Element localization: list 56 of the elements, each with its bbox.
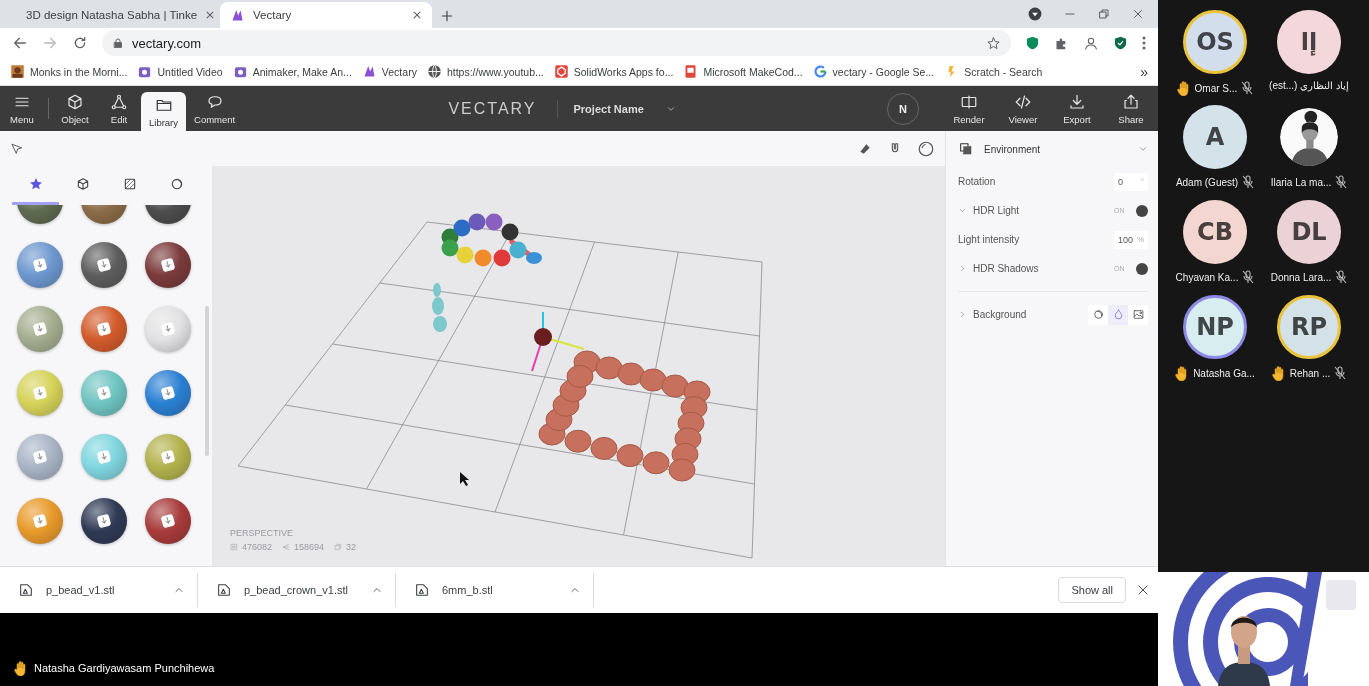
avatar: A	[1183, 105, 1247, 169]
participant-name: Ilaria La ma...	[1270, 176, 1332, 188]
vectary-logo: VECTARY	[448, 99, 558, 118]
bookmark-link[interactable]: Scratch - Search	[944, 64, 1043, 79]
bookmark-link[interactable]: Animaker, Make An...	[232, 64, 352, 79]
browser-tab[interactable]: 3D design Natasha Sabha | Tinke	[8, 2, 220, 28]
stat-value: 158694	[294, 542, 325, 552]
toolbar-tab[interactable]: Menu	[0, 86, 44, 131]
show-all-button[interactable]: Show all	[1058, 577, 1126, 603]
bookmark-link[interactable]: Microsoft MakeCod...	[683, 64, 803, 79]
presenter-name: Natasha Gardiyawasam Punchihewa	[34, 662, 215, 674]
property-label: Background	[973, 309, 1028, 320]
toolbar-tab[interactable]: Comment	[186, 86, 244, 131]
toolbar-button[interactable]: Share	[1104, 92, 1158, 125]
number-field[interactable]: 100 %	[1114, 230, 1148, 249]
address-bar[interactable]: vectary.com	[102, 30, 1011, 56]
participant-name: إياد النظاري (...est)	[1269, 80, 1349, 91]
participant-name: Omar S...	[1194, 82, 1238, 94]
toolbar-tab[interactable]: Library	[141, 92, 187, 131]
avatar: OS	[1183, 10, 1247, 74]
stat-value: 32	[346, 542, 357, 552]
property-label: Light intensity	[958, 234, 1021, 245]
property-label: HDR Light	[973, 205, 1021, 216]
property-label: Rotation	[958, 176, 997, 187]
stat-value: 476082	[242, 542, 273, 552]
participant-name: Adam (Guest)	[1175, 176, 1239, 188]
panel-title: Environment	[984, 143, 1042, 155]
browser-tab[interactable]: Vectary	[220, 2, 432, 28]
participant-name: Natasha Ga...	[1193, 367, 1255, 379]
bookmark-link[interactable]: Untitled Video	[137, 64, 223, 79]
camera-label: PERSPECTIVE	[230, 528, 295, 538]
number-field[interactable]: 0 °	[1114, 172, 1148, 191]
avatar: NP	[1183, 295, 1247, 359]
bookmark-link[interactable]: https://www.youtub...	[426, 64, 544, 79]
project-name-dropdown[interactable]: Project Name	[557, 101, 682, 116]
participant-name: Rehan ...	[1289, 367, 1331, 379]
download-item[interactable]: p_bead_crown_v1.stl	[198, 573, 396, 607]
toolbar-button[interactable]: Viewer	[996, 92, 1050, 125]
bookmark-link[interactable]: vectary - Google Se...	[812, 64, 935, 79]
participant-name: Donna Lara...	[1270, 271, 1332, 283]
toolbar-button[interactable]: Render	[942, 92, 996, 125]
avatar: RP	[1277, 295, 1341, 359]
property-label: HDR Shadows	[973, 263, 1040, 274]
bookmark-link[interactable]: Vectary	[361, 64, 417, 79]
toolbar-button[interactable]: Export	[1050, 92, 1104, 125]
download-item[interactable]: 6mm_b.stl	[396, 573, 594, 607]
bookmark-link[interactable]: SolidWorks Apps fo...	[553, 64, 674, 79]
participant-name: Chyavan Ka...	[1175, 271, 1239, 283]
avatar: DL	[1277, 200, 1341, 264]
bookmark-link[interactable]: Monks in the Morni...	[10, 64, 128, 79]
avatar: CB	[1183, 200, 1247, 264]
more-bookmarks-button[interactable]: »	[1140, 63, 1148, 80]
toolbar-tab[interactable]: Edit	[97, 86, 141, 131]
download-item[interactable]: p_bead_v1.stl	[0, 573, 198, 607]
toolbar-tab[interactable]: Object	[53, 86, 97, 131]
avatar: إا	[1277, 10, 1341, 74]
